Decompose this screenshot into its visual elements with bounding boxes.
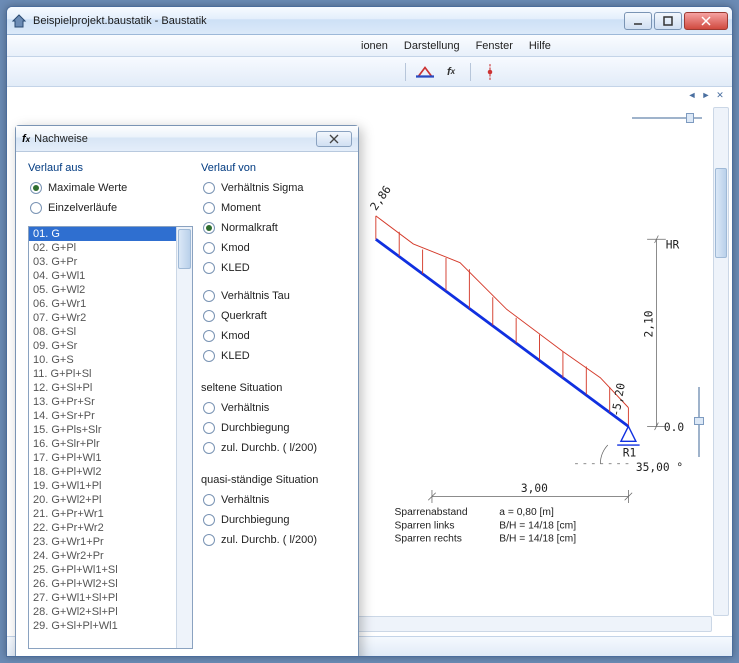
list-item[interactable]: 01. G [29, 227, 192, 241]
radio-normalkraft[interactable]: Normalkraft [203, 222, 346, 234]
zoom-slider-h[interactable] [632, 111, 702, 125]
list-item[interactable]: 21. G+Pr+Wr1 [29, 507, 192, 521]
main-window: Beispielprojekt.baustatik - Baustatik io… [6, 6, 733, 657]
list-item[interactable]: 20. G+Wl2+Pl [29, 493, 192, 507]
list-item[interactable]: 19. G+Wl1+Pl [29, 479, 192, 493]
svg-text:Sparren rechts: Sparren rechts [395, 533, 462, 544]
list-item[interactable]: 29. G+Sl+Pl+Wl1 [29, 619, 192, 633]
list-item[interactable]: 22. G+Pr+Wr2 [29, 521, 192, 535]
dialog-title: Nachweise [34, 133, 316, 145]
group-seltene: seltene Situation [201, 382, 346, 394]
list-item[interactable]: 16. G+Slr+Plr [29, 437, 192, 451]
svg-text:2,86: 2,86 [368, 183, 394, 213]
menubar: ionen Darstellung Fenster Hilfe [7, 35, 732, 57]
radio-tau[interactable]: Verhältnis Tau [203, 290, 346, 302]
radio-kled-2[interactable]: KLED [203, 350, 346, 362]
nav-right-icon[interactable]: ► [700, 89, 712, 101]
radio-zul-2[interactable]: zul. Durchb. ( l/200) [203, 534, 346, 546]
fx-icon: fx [22, 133, 30, 145]
list-item[interactable]: 10. G+S [29, 353, 192, 367]
group-verlauf-aus: Verlauf aus [28, 162, 193, 174]
list-item[interactable]: 04. G+Wl1 [29, 269, 192, 283]
svg-text:-5,20: -5,20 [609, 382, 628, 418]
list-item[interactable]: 05. G+Wl2 [29, 283, 192, 297]
nachweise-dialog: fx Nachweise Verlauf aus Maximale Werte … [15, 125, 359, 657]
list-item[interactable]: 24. G+Wr2+Pr [29, 549, 192, 563]
svg-text:R1: R1 [623, 446, 637, 459]
svg-text:a = 0,80 [m]: a = 0,80 [m] [499, 507, 554, 518]
list-item[interactable]: 02. G+Pl [29, 241, 192, 255]
radio-kmod-2[interactable]: Kmod [203, 330, 346, 342]
dialog-titlebar[interactable]: fx Nachweise [16, 126, 358, 152]
group-verlauf-von: Verlauf von [201, 162, 346, 174]
list-item[interactable]: 25. G+Pl+Wl1+Sl [29, 563, 192, 577]
list-item[interactable]: 07. G+Wr2 [29, 311, 192, 325]
group-quasi: quasi-ständige Situation [201, 474, 346, 486]
list-item[interactable]: 03. G+Pr [29, 255, 192, 269]
radio-verhaeltnis-1[interactable]: Verhältnis [203, 402, 346, 414]
radio-icon [30, 182, 42, 194]
nav-left-icon[interactable]: ◄ [686, 89, 698, 101]
list-item[interactable]: 12. G+Sl+Pl [29, 381, 192, 395]
menu-item[interactable]: Hilfe [529, 40, 551, 52]
drawing-viewport[interactable]: 2,86 -5,20 R1 HR 2,10 2,10 0. [367, 127, 684, 576]
list-item[interactable]: 08. G+Sl [29, 325, 192, 339]
list-item[interactable]: 23. G+Wr1+Pr [29, 535, 192, 549]
window-title: Beispielprojekt.baustatik - Baustatik [33, 15, 624, 27]
radio-zul-1[interactable]: zul. Durchb. ( l/200) [203, 442, 346, 454]
close-button[interactable] [684, 12, 728, 30]
list-item[interactable]: 15. G+Pls+Slr [29, 423, 192, 437]
svg-text:3,00: 3,00 [521, 482, 548, 495]
svg-text:B/H = 14/18 [cm]: B/H = 14/18 [cm] [499, 533, 576, 544]
radio-sigma[interactable]: Verhältnis Sigma [203, 182, 346, 194]
svg-text:2,10: 2,10 [643, 310, 656, 337]
svg-text:Sparrenabstand: Sparrenabstand [395, 507, 468, 518]
list-scrollbar[interactable] [176, 227, 192, 648]
client-area: ◄ ► ✕ [7, 87, 732, 636]
minimize-button[interactable] [624, 12, 652, 30]
toolbar-icon[interactable] [416, 63, 434, 81]
radio-querkraft[interactable]: Querkraft [203, 310, 346, 322]
list-item[interactable]: 28. G+Wl2+Sl+Pl [29, 605, 192, 619]
fx-icon[interactable]: fx [442, 63, 460, 81]
radio-kmod[interactable]: Kmod [203, 242, 346, 254]
view-nav: ◄ ► ✕ [686, 89, 726, 101]
menu-item[interactable]: Fenster [476, 40, 513, 52]
radio-durchbiegung-2[interactable]: Durchbiegung [203, 514, 346, 526]
radio-verhaeltnis-2[interactable]: Verhältnis [203, 494, 346, 506]
svg-text:0.00: 0.00 [664, 421, 684, 434]
list-item[interactable]: 27. G+Wl1+Sl+Pl [29, 591, 192, 605]
svg-text:Sparren links: Sparren links [395, 520, 455, 531]
toolbar: fx [7, 57, 732, 87]
zoom-slider-v[interactable] [692, 387, 706, 457]
list-item[interactable]: 18. G+Pl+Wl2 [29, 465, 192, 479]
list-item[interactable]: 26. G+Pl+Wl2+Sl [29, 577, 192, 591]
maximize-button[interactable] [654, 12, 682, 30]
svg-text:B/H = 14/18 [cm]: B/H = 14/18 [cm] [499, 520, 576, 531]
titlebar[interactable]: Beispielprojekt.baustatik - Baustatik [7, 7, 732, 35]
load-case-list[interactable]: 01. G02. G+Pl03. G+Pr04. G+Wl105. G+Wl20… [28, 226, 193, 649]
radio-einzelverlaeufe[interactable]: Einzelverläufe [30, 202, 193, 214]
list-item[interactable]: 13. G+Pr+Sr [29, 395, 192, 409]
radio-icon [30, 202, 42, 214]
menu-item[interactable]: ionen [361, 40, 388, 52]
nav-close-icon[interactable]: ✕ [714, 89, 726, 101]
radio-maximale-werte[interactable]: Maximale Werte [30, 182, 193, 194]
list-item[interactable]: 09. G+Sr [29, 339, 192, 353]
radio-durchbiegung-1[interactable]: Durchbiegung [203, 422, 346, 434]
list-item[interactable]: 11. G+Pl+Sl [29, 367, 192, 381]
list-item[interactable]: 06. G+Wr1 [29, 297, 192, 311]
list-item[interactable]: 14. G+Sr+Pr [29, 409, 192, 423]
svg-text:HR 2,10: HR 2,10 [666, 239, 684, 252]
radio-kled[interactable]: KLED [203, 262, 346, 274]
menu-item[interactable]: Darstellung [404, 40, 460, 52]
app-icon [11, 13, 27, 29]
toolbar-icon[interactable] [481, 63, 499, 81]
vertical-scrollbar[interactable] [713, 107, 729, 616]
list-item[interactable]: 17. G+Pl+Wl1 [29, 451, 192, 465]
dialog-close-button[interactable] [316, 131, 352, 147]
radio-moment[interactable]: Moment [203, 202, 346, 214]
svg-text:35,00 °: 35,00 ° [636, 461, 683, 474]
